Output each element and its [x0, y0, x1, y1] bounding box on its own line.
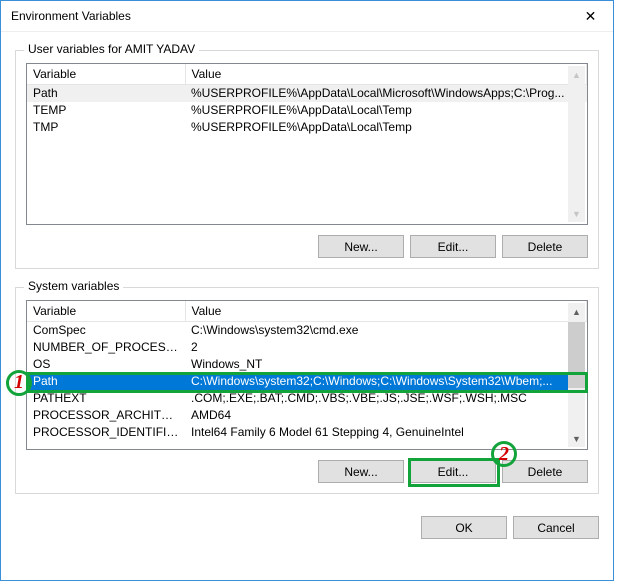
system-list-scrollbar[interactable]: ▲ ▼ [568, 303, 585, 447]
ok-button[interactable]: OK [421, 516, 507, 539]
system-edit-button[interactable]: Edit... [410, 460, 496, 483]
client-area: User variables for AMIT YADAV Variable V… [1, 32, 613, 580]
scroll-down-icon: ▼ [568, 430, 585, 447]
user-col-variable[interactable]: Variable [27, 64, 185, 85]
variable-value: AMD64 [185, 407, 587, 424]
variable-name: Path [27, 85, 185, 103]
user-variables-legend: User variables for AMIT YADAV [24, 42, 199, 56]
user-edit-button[interactable]: Edit... [410, 235, 496, 258]
variable-name: PROCESSOR_ARCHITECTURE [27, 407, 185, 424]
variable-value: .COM;.EXE;.BAT;.CMD;.VBS;.VBE;.JS;.JSE;.… [185, 390, 587, 407]
system-col-variable[interactable]: Variable [27, 301, 185, 322]
system-variables-list[interactable]: Variable Value ComSpecC:\Windows\system3… [26, 300, 588, 450]
environment-variables-dialog: Environment Variables ✕ User variables f… [0, 0, 614, 581]
table-row[interactable]: OSWindows_NT [27, 356, 587, 373]
cancel-button[interactable]: Cancel [513, 516, 599, 539]
variable-name: TMP [27, 119, 185, 136]
variable-name: Path [27, 373, 185, 390]
variable-value: %USERPROFILE%\AppData\Local\Temp [185, 119, 587, 136]
system-variables-group: System variables Variable Value ComSpecC… [15, 287, 599, 494]
variable-value: C:\Windows\system32;C:\Windows;C:\Window… [185, 373, 587, 390]
titlebar: Environment Variables ✕ [1, 1, 613, 32]
table-row[interactable]: PATHEXT.COM;.EXE;.BAT;.CMD;.VBS;.VBE;.JS… [27, 390, 587, 407]
user-col-value[interactable]: Value [185, 64, 587, 85]
user-variables-group: User variables for AMIT YADAV Variable V… [15, 50, 599, 269]
system-delete-button[interactable]: Delete [502, 460, 588, 483]
system-button-row: New... Edit... Delete [26, 460, 588, 483]
table-row[interactable]: PROCESSOR_ARCHITECTUREAMD64 [27, 407, 587, 424]
system-variables-legend: System variables [24, 279, 123, 293]
scroll-down-icon: ▼ [568, 205, 585, 222]
user-delete-button[interactable]: Delete [502, 235, 588, 258]
variable-name: OS [27, 356, 185, 373]
variable-name: PATHEXT [27, 390, 185, 407]
window-title: Environment Variables [11, 9, 131, 23]
variable-value: %USERPROFILE%\AppData\Local\Temp [185, 102, 587, 119]
table-row[interactable]: Path%USERPROFILE%\AppData\Local\Microsof… [27, 85, 587, 103]
system-new-button[interactable]: New... [318, 460, 404, 483]
user-list-scrollbar[interactable]: ▲ ▼ [568, 66, 585, 222]
close-icon: ✕ [585, 8, 597, 25]
table-row[interactable]: TEMP%USERPROFILE%\AppData\Local\Temp [27, 102, 587, 119]
table-row[interactable]: ComSpecC:\Windows\system32\cmd.exe [27, 322, 587, 340]
close-button[interactable]: ✕ [568, 1, 613, 31]
variable-value: Windows_NT [185, 356, 587, 373]
scroll-up-icon: ▲ [568, 303, 585, 320]
system-col-value[interactable]: Value [185, 301, 587, 322]
table-row[interactable]: NUMBER_OF_PROCESSORS2 [27, 339, 587, 356]
variable-name: PROCESSOR_IDENTIFIER [27, 424, 185, 441]
user-variables-list[interactable]: Variable Value Path%USERPROFILE%\AppData… [26, 63, 588, 225]
variable-value: C:\Windows\system32\cmd.exe [185, 322, 587, 340]
variable-value: 2 [185, 339, 587, 356]
user-new-button[interactable]: New... [318, 235, 404, 258]
dialog-footer: OK Cancel [15, 508, 599, 539]
table-row[interactable]: TMP%USERPROFILE%\AppData\Local\Temp [27, 119, 587, 136]
table-row[interactable]: PROCESSOR_IDENTIFIERIntel64 Family 6 Mod… [27, 424, 587, 441]
scroll-up-icon: ▲ [568, 66, 585, 83]
variable-value: Intel64 Family 6 Model 61 Stepping 4, Ge… [185, 424, 587, 441]
variable-name: ComSpec [27, 322, 185, 340]
variable-value: %USERPROFILE%\AppData\Local\Microsoft\Wi… [185, 85, 587, 103]
table-row[interactable]: PathC:\Windows\system32;C:\Windows;C:\Wi… [27, 373, 587, 390]
variable-name: TEMP [27, 102, 185, 119]
user-button-row: New... Edit... Delete [26, 235, 588, 258]
variable-name: NUMBER_OF_PROCESSORS [27, 339, 185, 356]
